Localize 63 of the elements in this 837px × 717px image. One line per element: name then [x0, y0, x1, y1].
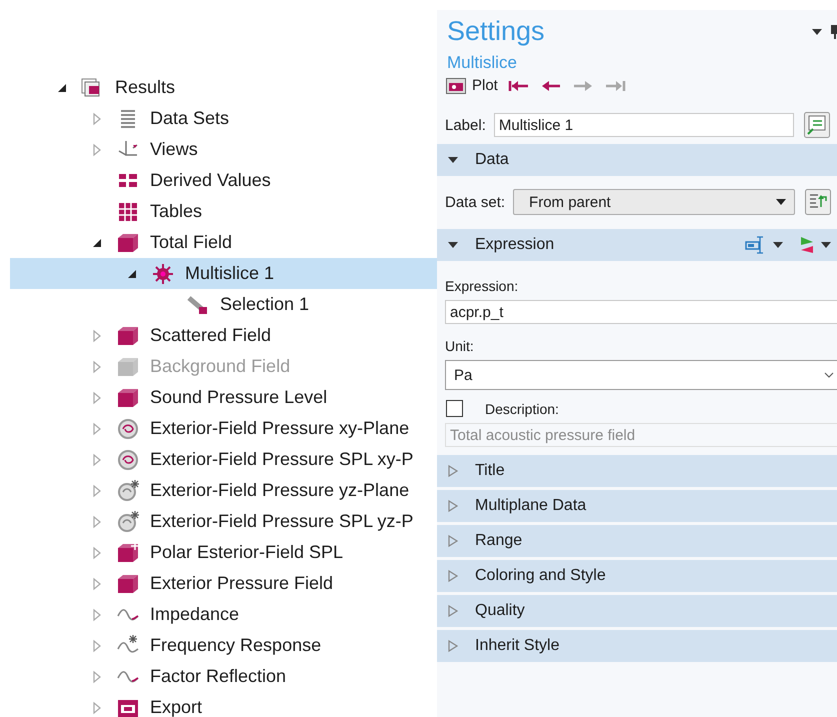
label-button-icon[interactable] — [804, 112, 830, 138]
section-header[interactable]: Inherit Style — [437, 630, 837, 662]
left-arrow-icon[interactable] — [540, 78, 562, 92]
section-header[interactable]: Range — [437, 525, 837, 557]
dataset-dropdown[interactable]: From parent — [513, 189, 796, 215]
dropdown-icon[interactable] — [773, 242, 783, 248]
tree-item[interactable]: Data Sets — [10, 103, 437, 134]
tree-item[interactable]: Selection 1 — [10, 289, 437, 320]
collapsed-toggle-icon[interactable] — [447, 464, 459, 478]
collapsed-toggle-icon[interactable] — [447, 639, 459, 653]
tree-item[interactable]: Frequency Response — [10, 630, 437, 661]
field-label: Data set: — [445, 194, 506, 210]
field-label: Expression: — [444, 277, 520, 296]
tree-item[interactable]: Multislice 1 — [10, 258, 437, 289]
collapsed-toggle-icon[interactable] — [447, 569, 459, 583]
section-header[interactable]: Data — [437, 144, 837, 176]
tree-item[interactable]: Impedance — [10, 599, 437, 630]
section-header[interactable]: Title — [437, 455, 837, 487]
sphere-icon — [115, 508, 141, 534]
tree-item[interactable]: Exterior-Field Pressure xy-Plane — [10, 413, 437, 444]
tree-item[interactable]: Total Field — [10, 227, 437, 258]
tree-item[interactable]: Export — [10, 692, 437, 717]
plot-icon — [446, 78, 466, 94]
panel-subtitle: Multislice — [446, 52, 518, 73]
tree-item[interactable]: Scattered Field — [10, 320, 437, 351]
dropdown-arrow-icon — [776, 199, 786, 205]
field-label: Description: — [485, 400, 559, 416]
expanded-toggle-icon[interactable] — [447, 156, 459, 164]
chevron-icon — [824, 372, 834, 378]
field-label: Unit: — [444, 337, 475, 356]
unit-dropdown[interactable]: Pa — [445, 360, 837, 390]
tree-item[interactable]: Polar Esterior-Field SPL — [10, 537, 437, 568]
section-header[interactable]: Coloring and Style — [437, 560, 837, 592]
flags-icon[interactable] — [799, 236, 815, 254]
tree-item[interactable]: Tables — [10, 196, 437, 227]
label-field[interactable]: Multislice 1 — [494, 113, 794, 137]
tree-item[interactable]: Sound Pressure Level — [10, 382, 437, 413]
field-label: Label: — [445, 116, 486, 134]
tree-item[interactable]: Results — [10, 72, 437, 103]
pin-icon[interactable] — [831, 24, 837, 38]
section-header[interactable]: Multiplane Data — [437, 490, 837, 522]
tree-item[interactable]: Exterior-Field Pressure yz-Plane — [10, 475, 437, 506]
plot-button[interactable]: Plot — [446, 77, 498, 94]
tree-item[interactable]: Factor Reflection — [10, 661, 437, 692]
tree-item[interactable]: Derived Values — [10, 165, 437, 196]
first-arrow-icon[interactable] — [508, 78, 530, 92]
section-header[interactable]: Expression — [437, 229, 837, 261]
collapsed-toggle-icon[interactable] — [447, 499, 459, 513]
tree-item[interactable]: Views — [10, 134, 437, 165]
sphere-icon — [115, 478, 141, 504]
tree-item[interactable]: Exterior Pressure Field — [10, 568, 437, 599]
section-header[interactable]: Quality — [437, 595, 837, 627]
dropdown-icon[interactable] — [821, 242, 831, 248]
tree-item[interactable]: Exterior-Field Pressure SPL yz-P — [10, 506, 437, 537]
expanded-toggle-icon[interactable] — [447, 241, 459, 249]
dropdown-icon[interactable] — [811, 28, 823, 36]
tree-item[interactable]: Exterior-Field Pressure SPL xy-P — [10, 444, 437, 475]
expression-field[interactable]: acpr.p_t — [445, 300, 837, 324]
checkbox[interactable] — [446, 400, 463, 417]
collapsed-toggle-icon[interactable] — [447, 534, 459, 548]
collapsed-toggle-icon[interactable] — [447, 604, 459, 618]
panel-title: Settings — [447, 16, 545, 47]
dataset-button-icon[interactable] — [805, 189, 832, 215]
